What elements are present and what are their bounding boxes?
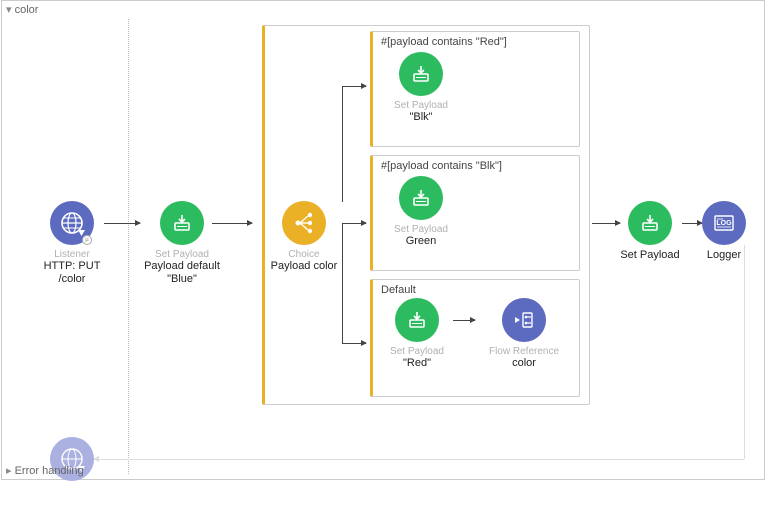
choice-node[interactable]: Choice Payload color xyxy=(264,201,344,273)
flow-container: color µ Listener HTTP: PUT /color xyxy=(1,0,765,480)
logger-node[interactable]: LOG Logger xyxy=(694,201,754,262)
return-connector xyxy=(744,245,745,459)
svg-text:LOG: LOG xyxy=(716,220,732,227)
arrow xyxy=(212,223,252,224)
flow-reference-icon xyxy=(502,298,546,342)
node-type: Choice xyxy=(264,249,344,260)
error-handling-section[interactable]: Error handling xyxy=(6,464,84,477)
node-value: HTTP: PUT /color xyxy=(32,260,112,286)
choice-branch-2: #[payload contains "Blk"] Set Payload Gr… xyxy=(370,155,580,271)
choice-icon xyxy=(282,201,326,245)
set-payload-icon xyxy=(395,298,439,342)
set-payload-icon xyxy=(628,201,672,245)
node-value: color xyxy=(481,357,567,370)
arrow xyxy=(342,223,366,224)
set-payload-icon xyxy=(399,52,443,96)
set-payload-after-node[interactable]: Set Payload xyxy=(610,201,690,262)
return-connector xyxy=(102,459,744,460)
flow-title[interactable]: color xyxy=(6,3,38,16)
connector xyxy=(342,223,343,343)
source-divider xyxy=(128,19,129,474)
connector xyxy=(342,86,343,202)
set-payload-icon xyxy=(399,176,443,220)
arrow xyxy=(342,343,366,344)
node-value: Set Payload xyxy=(610,249,690,262)
node-value: "Blk" xyxy=(381,111,461,124)
node-value: "Red" xyxy=(381,357,453,370)
set-payload-branch1-node[interactable]: Set Payload "Blk" xyxy=(381,52,461,124)
node-type: Flow Reference xyxy=(481,346,567,357)
choice-branch-default: Default Set Payload "Red" xyxy=(370,279,580,397)
node-type: Set Payload xyxy=(381,346,453,357)
choice-branch-1: #[payload contains "Red"] Set Payload "B… xyxy=(370,31,580,147)
arrow xyxy=(453,320,475,321)
node-type: Set Payload xyxy=(142,249,222,260)
connector-dot: µ xyxy=(82,235,92,245)
node-value: Payload color xyxy=(264,260,344,273)
set-payload-branch2-node[interactable]: Set Payload Green xyxy=(381,176,461,248)
node-type: Set Payload xyxy=(381,224,461,235)
set-payload-branch3-node[interactable]: Set Payload "Red" xyxy=(381,298,453,370)
listener-node[interactable]: µ Listener HTTP: PUT /color xyxy=(32,201,112,286)
node-value: Logger xyxy=(694,249,754,262)
node-type: Listener xyxy=(32,249,112,260)
set-payload-icon xyxy=(160,201,204,245)
branch-condition: #[payload contains "Red"] xyxy=(381,36,571,48)
arrow xyxy=(104,223,140,224)
node-type: Set Payload xyxy=(381,100,461,111)
arrow xyxy=(342,86,366,87)
set-payload-default-node[interactable]: Set Payload Payload default "Blue" xyxy=(142,201,222,286)
branch-condition: #[payload contains "Blk"] xyxy=(381,160,571,172)
logger-icon: LOG xyxy=(702,201,746,245)
node-value: Green xyxy=(381,235,461,248)
node-value: Payload default "Blue" xyxy=(142,260,222,286)
branch-condition: Default xyxy=(381,284,571,296)
flow-reference-node[interactable]: Flow Reference color xyxy=(481,298,567,370)
